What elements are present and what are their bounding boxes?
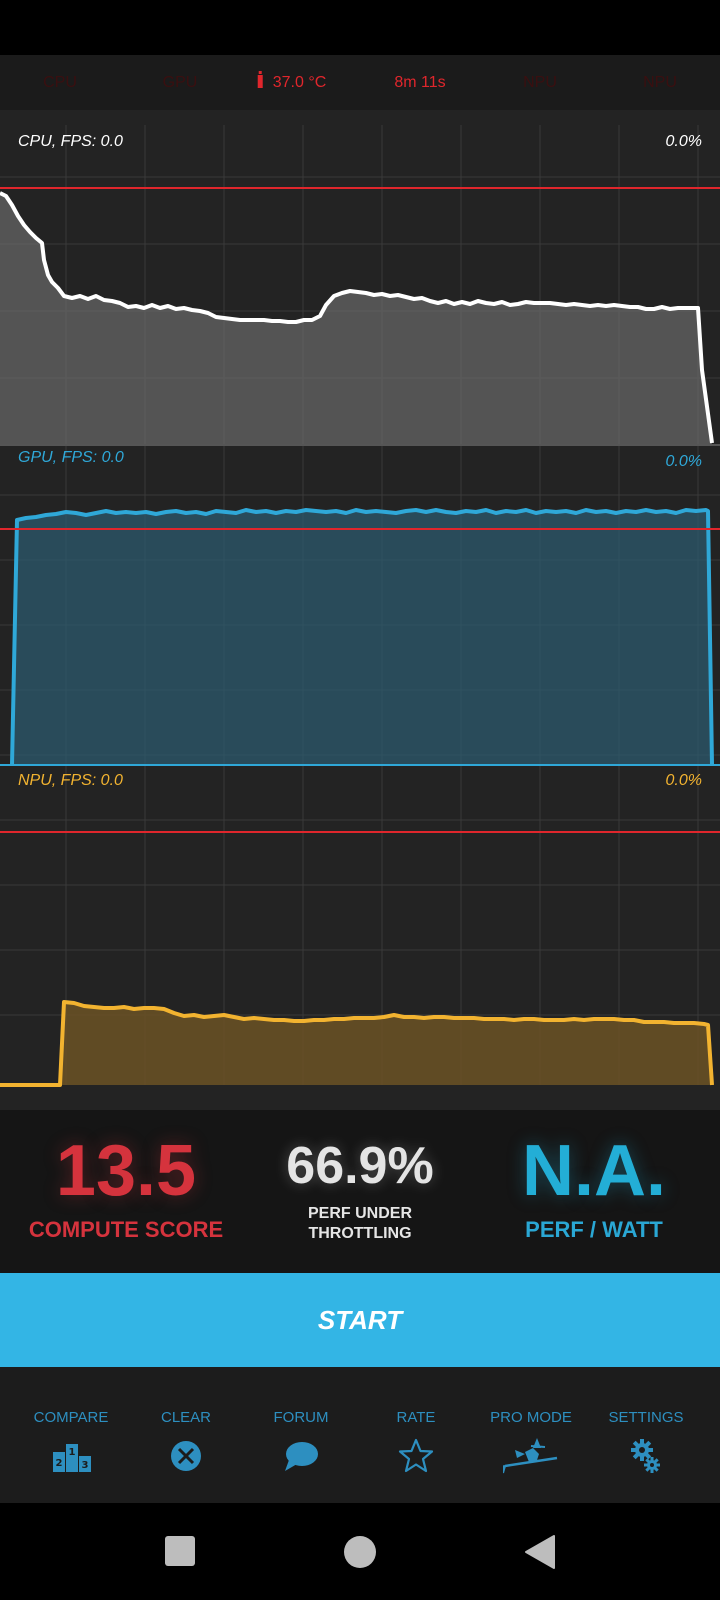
svg-text:2: 2 — [56, 1458, 63, 1469]
gears-icon — [631, 1439, 660, 1473]
throttling-label-line-2: THROTTLING — [308, 1225, 412, 1242]
throttling-label-line-1: PERF UNDER — [307, 1205, 413, 1222]
speech-bubble-icon — [285, 1442, 318, 1471]
score-panel: 13.5 COMPUTE SCORE 66.9% PERF UNDER THRO… — [0, 1110, 720, 1273]
thermometer-icon — [257, 71, 263, 88]
rate-label: RATE — [396, 1409, 436, 1426]
throttling-block: 66.9% PERF UNDER THROTTLING — [286, 1140, 433, 1244]
settings-button[interactable]: SETTINGS — [587, 1367, 705, 1503]
gpu-area — [12, 510, 712, 765]
witch-on-broom-icon — [503, 1438, 558, 1474]
temperature-value: 37.0 °C — [272, 74, 327, 91]
cpu-area — [0, 193, 712, 445]
npu-area — [60, 1002, 712, 1085]
npu-indicator: NPU — [523, 74, 557, 91]
pro-mode-label: PRO MODE — [490, 1409, 572, 1426]
clear-circle-x-icon — [171, 1441, 201, 1471]
forum-label: FORUM — [273, 1409, 329, 1426]
top-info-strip: CPU GPU 37.0 °C 8m 11s NPU NPU — [0, 55, 720, 110]
npu-percent: 0.0% — [665, 772, 702, 789]
star-icon — [398, 1438, 434, 1473]
cpu-indicator: CPU — [43, 74, 77, 91]
system-navigation-bar — [0, 1503, 720, 1600]
compare-label: COMPARE — [33, 1409, 109, 1426]
perf-watt-block: N.A. PERF / WATT — [522, 1135, 666, 1243]
back-triangle-icon[interactable] — [524, 1534, 556, 1570]
temperature-readout: 37.0 °C — [257, 55, 327, 110]
compute-score-value: 13.5 — [55, 1131, 197, 1211]
npu-fps-label: NPU, FPS: 0.0 — [18, 772, 123, 789]
gpu-percent: 0.0% — [665, 453, 702, 470]
podium-icon: 2 1 3 — [53, 1444, 91, 1472]
throttling-charts: CPU, FPS: 0.0 0.0% GPU, FPS: 0.0 0.0% NP… — [0, 110, 720, 1110]
svg-text:3: 3 — [82, 1460, 89, 1471]
compute-score-label: COMPUTE SCORE — [28, 1217, 224, 1242]
cpu-percent: 0.0% — [665, 133, 702, 150]
bottom-toolbar: COMPARE 2 1 3 CLEAR FORUM RATE PRO MODE — [0, 1367, 720, 1503]
perf-watt-label: PERF / WATT — [525, 1217, 663, 1242]
rate-button[interactable]: RATE — [357, 1367, 475, 1503]
recents-square-icon[interactable] — [165, 1536, 195, 1566]
charts-canvas — [0, 125, 720, 1087]
compare-button[interactable]: COMPARE 2 1 3 — [12, 1367, 130, 1503]
home-circle-icon[interactable] — [343, 1535, 377, 1569]
gpu-indicator: GPU — [162, 74, 198, 91]
perf-watt-value: N.A. — [522, 1131, 666, 1211]
start-button[interactable]: START — [0, 1273, 720, 1367]
status-bar — [0, 0, 720, 55]
cpu-fps-label: CPU, FPS: 0.0 — [18, 133, 123, 150]
gpu-fps-label: GPU, FPS: 0.0 — [18, 449, 124, 466]
forum-button[interactable]: FORUM — [242, 1367, 360, 1503]
compute-score-block: 13.5 COMPUTE SCORE — [29, 1135, 223, 1243]
clear-label: CLEAR — [160, 1409, 212, 1426]
elapsed-time: 8m 11s — [394, 74, 446, 91]
settings-label: SETTINGS — [608, 1409, 684, 1426]
svg-text:1: 1 — [69, 1447, 76, 1458]
npu-indicator-2: NPU — [643, 74, 677, 91]
throttling-value: 66.9% — [286, 1137, 434, 1195]
clear-button[interactable]: CLEAR — [127, 1367, 245, 1503]
throttling-label: PERF UNDER THROTTLING — [286, 1204, 433, 1244]
pro-mode-button[interactable]: PRO MODE — [472, 1367, 590, 1503]
